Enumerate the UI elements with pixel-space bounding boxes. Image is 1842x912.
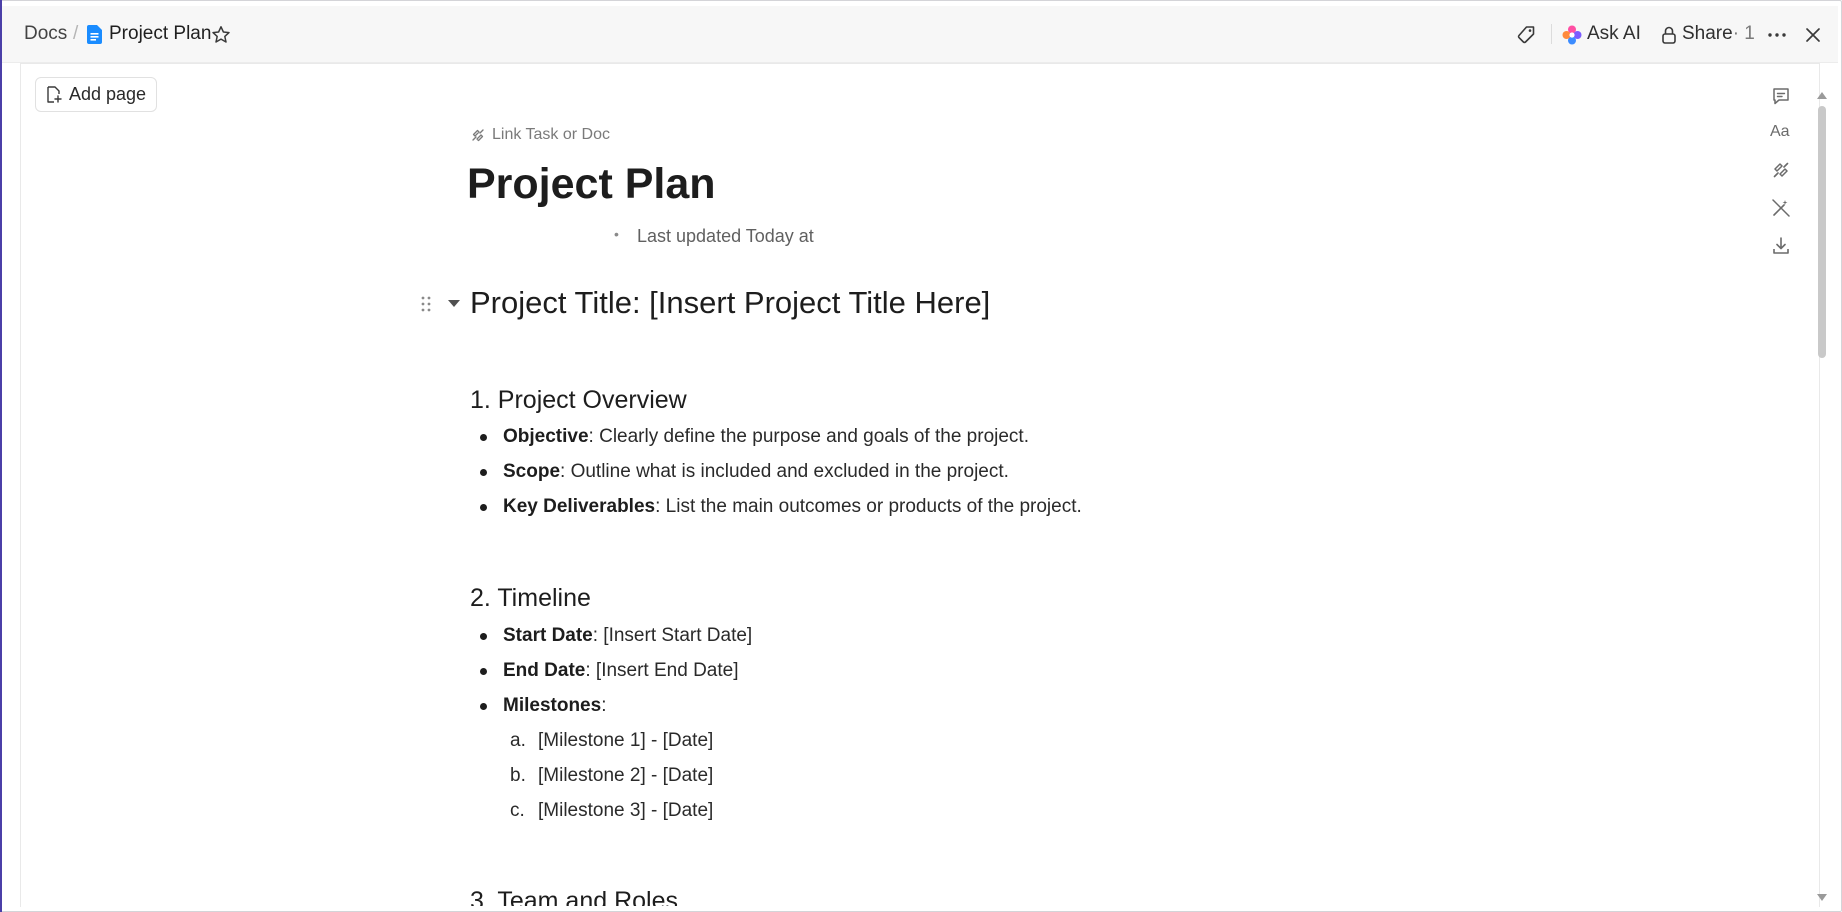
content-clip: 3. Team and Roles bbox=[0, 0, 1842, 906]
section-heading[interactable]: 3. Team and Roles bbox=[470, 887, 678, 906]
